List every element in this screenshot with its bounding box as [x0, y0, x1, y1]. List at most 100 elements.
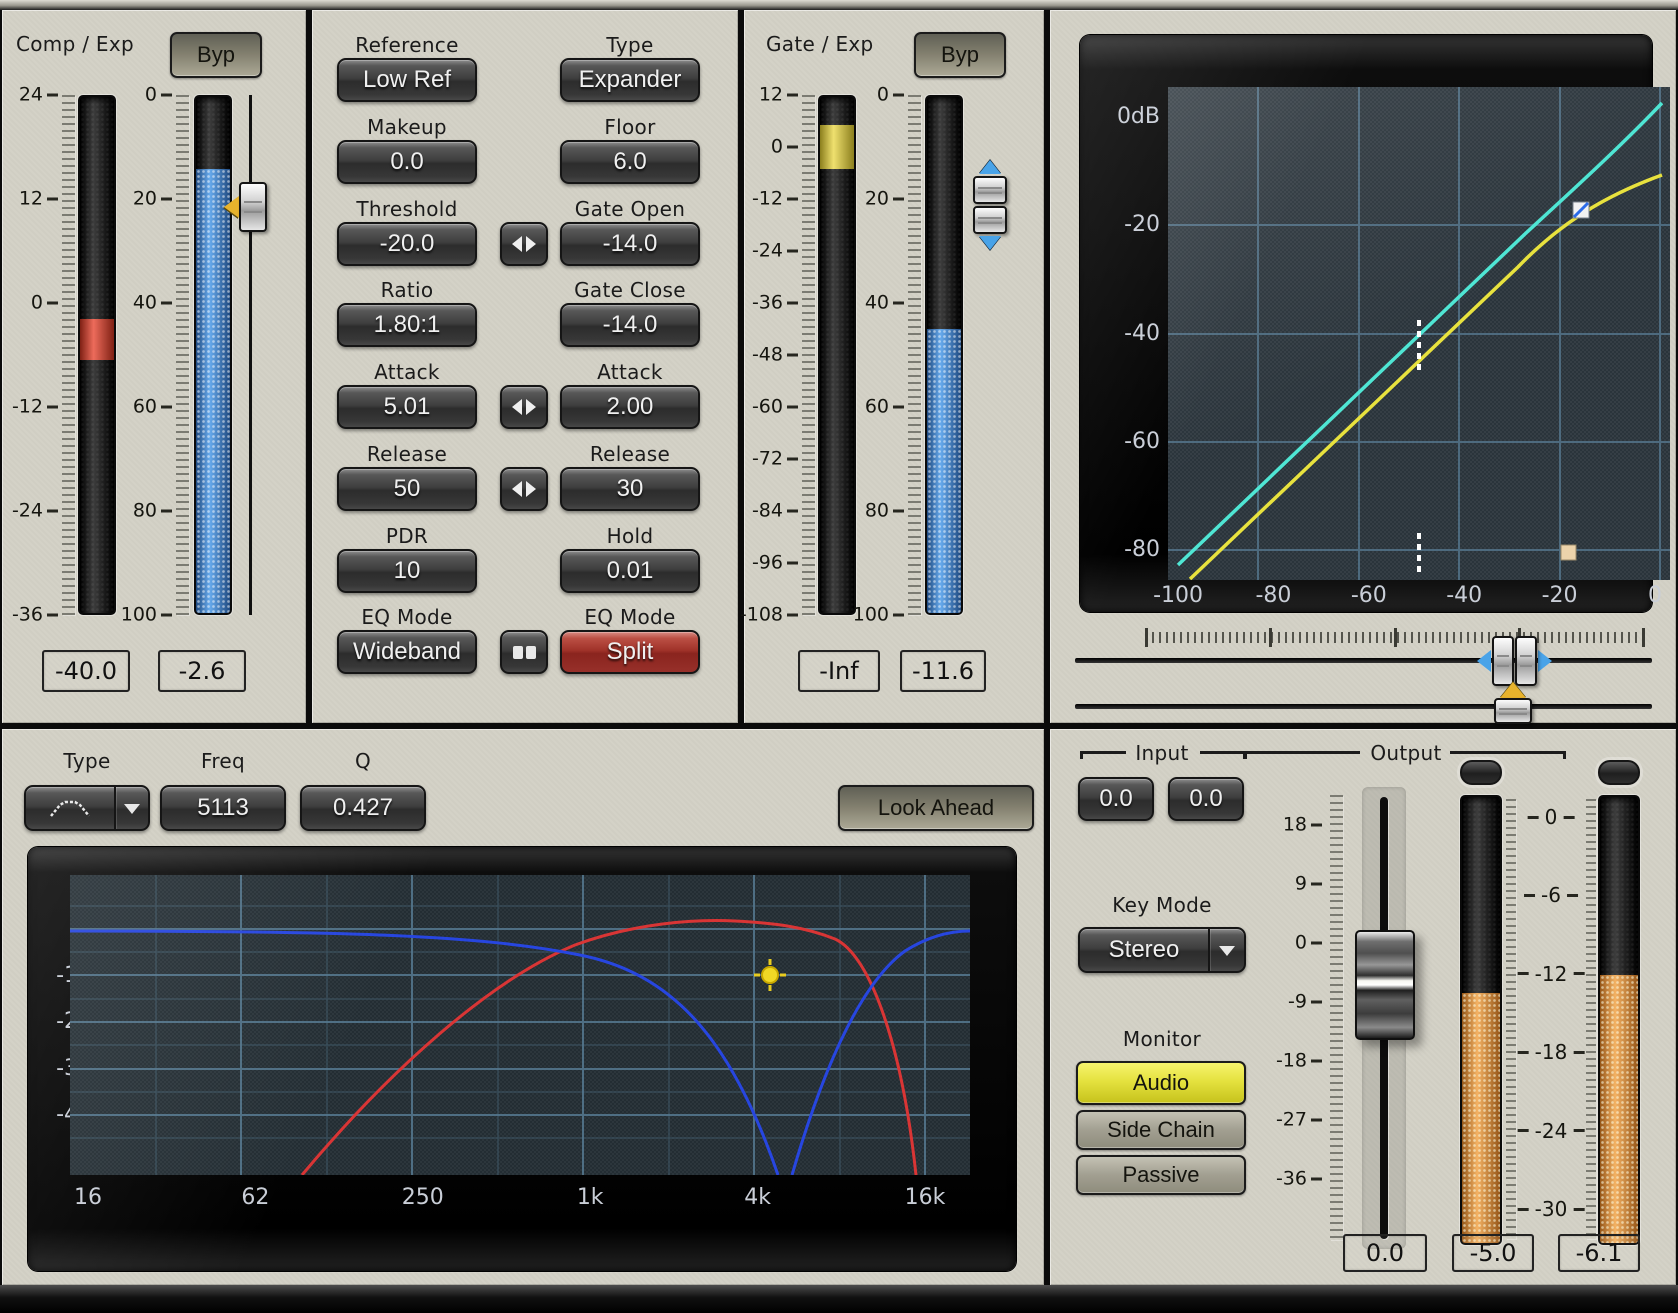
params-panel: Reference Low Ref Makeup 0.0 Threshold -… — [312, 10, 738, 723]
param-label-attack-comp: Attack — [337, 360, 477, 384]
eq-freq-button[interactable]: 5113 — [160, 785, 286, 831]
gate-threshold-grip-upper[interactable] — [973, 176, 1007, 204]
param-makeup-button[interactable]: 0.0 — [337, 140, 477, 184]
input-gain-left-button[interactable]: 0.0 — [1078, 777, 1154, 821]
comp-threshold-slider-track[interactable] — [249, 95, 252, 615]
output-fader-handle[interactable] — [1355, 930, 1415, 1040]
range-grip-right[interactable] — [1515, 636, 1537, 686]
param-label-floor: Floor — [560, 115, 700, 139]
left-right-arrows-icon — [511, 234, 537, 254]
offset-pointer-icon — [1500, 682, 1526, 698]
gate-gr-readout: -Inf — [798, 650, 880, 692]
eq-q-button[interactable]: 0.427 — [300, 785, 426, 831]
param-pdr-button[interactable]: 10 — [337, 549, 477, 593]
attack-link-button[interactable] — [500, 385, 548, 429]
param-gate-close-button[interactable]: -14.0 — [560, 303, 700, 347]
eq-freq-label: Freq — [160, 749, 286, 773]
release-link-button[interactable] — [500, 467, 548, 511]
gate-bypass-button[interactable]: Byp — [914, 32, 1006, 78]
comp-bypass-button[interactable]: Byp — [170, 32, 262, 78]
param-ratio-button[interactable]: 1.80:1 — [337, 303, 477, 347]
gate-threshold-up-arrow-icon — [979, 160, 1001, 174]
gate-level-ticks — [908, 95, 921, 615]
floor-handle[interactable] — [1561, 545, 1576, 560]
output-meter-left-readout: -5.0 — [1452, 1234, 1534, 1272]
chevron-down-icon — [1210, 937, 1244, 964]
output-meter-right-readout: -6.1 — [1558, 1234, 1640, 1272]
comp-threshold-slider-handle[interactable] — [224, 182, 267, 232]
transfer-graph-bezel: 0dB-20-40-60-80 -100-80-60-40-200 — [1080, 35, 1652, 612]
gate-threshold-grip-lower[interactable] — [973, 206, 1007, 234]
range-slider-track[interactable] — [1075, 658, 1652, 663]
param-label-gate-close: Gate Close — [560, 278, 700, 302]
output-clip-led-right[interactable] — [1598, 760, 1640, 785]
gate-level-meter — [925, 95, 963, 615]
input-gain-right-button[interactable]: 0.0 — [1168, 777, 1244, 821]
comp-exp-title: Comp / Exp — [16, 32, 134, 56]
param-label-release-gate: Release — [560, 442, 700, 466]
offset-slider-handle[interactable] — [1494, 682, 1532, 724]
param-eq-mode-split-button[interactable]: Split — [560, 630, 700, 674]
gate-threshold-slider-handle[interactable] — [973, 160, 1007, 250]
output-bracket-left — [1244, 751, 1360, 759]
param-attack-comp-button[interactable]: 5.01 — [337, 385, 477, 429]
comp-gr-ticks — [62, 95, 75, 615]
monitor-side-chain-button[interactable]: Side Chain — [1076, 1110, 1246, 1150]
output-fader-scale: 1890-9-18-27-36 — [1276, 825, 1322, 1179]
eq-mode-link-button[interactable] — [500, 630, 548, 674]
monitor-audio-button[interactable]: Audio — [1076, 1061, 1246, 1105]
param-type-button[interactable]: Expander — [560, 58, 700, 102]
gate-level-readout: -11.6 — [900, 650, 986, 692]
param-gate-open-button[interactable]: -14.0 — [560, 222, 700, 266]
comp-gr-readout: -40.0 — [42, 650, 130, 692]
comp-gr-meter-fill — [80, 319, 114, 360]
param-label-makeup: Makeup — [337, 115, 477, 139]
key-mode-dropdown[interactable]: Stereo — [1078, 927, 1246, 973]
output-fader-ticks — [1330, 795, 1343, 1240]
param-release-gate-button[interactable]: 30 — [560, 467, 700, 511]
eq-graph-bezel: 0-12-24-36-48 16622501k4k16k — [28, 847, 1016, 1271]
output-bracket-right — [1450, 751, 1566, 759]
comp-threshold-grip[interactable] — [239, 182, 267, 232]
param-hold-button[interactable]: 0.01 — [560, 549, 700, 593]
param-label-hold: Hold — [560, 524, 700, 548]
param-label-eq-mode-right: EQ Mode — [560, 605, 700, 629]
param-floor-button[interactable]: 6.0 — [560, 140, 700, 184]
output-clip-led-left[interactable] — [1460, 760, 1502, 785]
transfer-x-axis: -100-80-60-40-200 — [1168, 585, 1670, 611]
monitor-label: Monitor — [1078, 1027, 1246, 1051]
key-mode-value: Stereo — [1080, 936, 1208, 964]
range-right-arrow-icon — [1538, 650, 1552, 672]
offset-slider-track[interactable] — [1075, 704, 1652, 709]
plugin-window: Comp / Exp Byp 24120-12-24-36 0204060801… — [0, 0, 1678, 1313]
param-eq-mode-wideband-button[interactable]: Wideband — [337, 630, 477, 674]
threshold-link-button[interactable] — [500, 222, 548, 266]
knee-handle[interactable] — [1573, 202, 1589, 218]
eq-x-axis: 16622501k4k16k — [70, 1187, 970, 1213]
gate-exp-panel: Gate / Exp Byp 120-12-24-36-48-60-72-84-… — [744, 10, 1044, 723]
monitor-passive-button[interactable]: Passive — [1076, 1155, 1246, 1195]
comp-gr-meter — [78, 95, 116, 615]
comp-level-scale: 020406080100 — [126, 95, 172, 615]
param-release-comp-button[interactable]: 50 — [337, 467, 477, 511]
eq-type-dropdown[interactable] — [24, 785, 150, 831]
gate-exp-title: Gate / Exp — [766, 32, 874, 56]
look-ahead-button[interactable]: Look Ahead — [838, 785, 1034, 831]
gate-level-scale: 020406080100 — [856, 95, 904, 615]
param-reference-button[interactable]: Low Ref — [337, 58, 477, 102]
window-bottom-edge — [0, 1285, 1678, 1313]
gate-gr-scale: 120-12-24-36-48-60-72-84-96-108 — [744, 95, 798, 615]
param-label-eq-mode-left: EQ Mode — [337, 605, 477, 629]
comp-exp-panel: Comp / Exp Byp 24120-12-24-36 0204060801… — [2, 10, 306, 723]
param-attack-gate-button[interactable]: 2.00 — [560, 385, 700, 429]
range-slider-handles[interactable] — [1477, 636, 1552, 686]
output-fader-readout[interactable]: 0.0 — [1343, 1234, 1427, 1272]
param-threshold-button[interactable]: -20.0 — [337, 222, 477, 266]
transfer-curve-plot — [1168, 87, 1670, 580]
left-right-arrows-icon — [511, 397, 537, 417]
left-right-arrows-icon — [511, 479, 537, 499]
param-label-reference: Reference — [337, 33, 477, 57]
output-meter-right-fill — [1600, 975, 1638, 1243]
offset-grip[interactable] — [1494, 698, 1532, 724]
range-grip-left[interactable] — [1492, 636, 1514, 686]
